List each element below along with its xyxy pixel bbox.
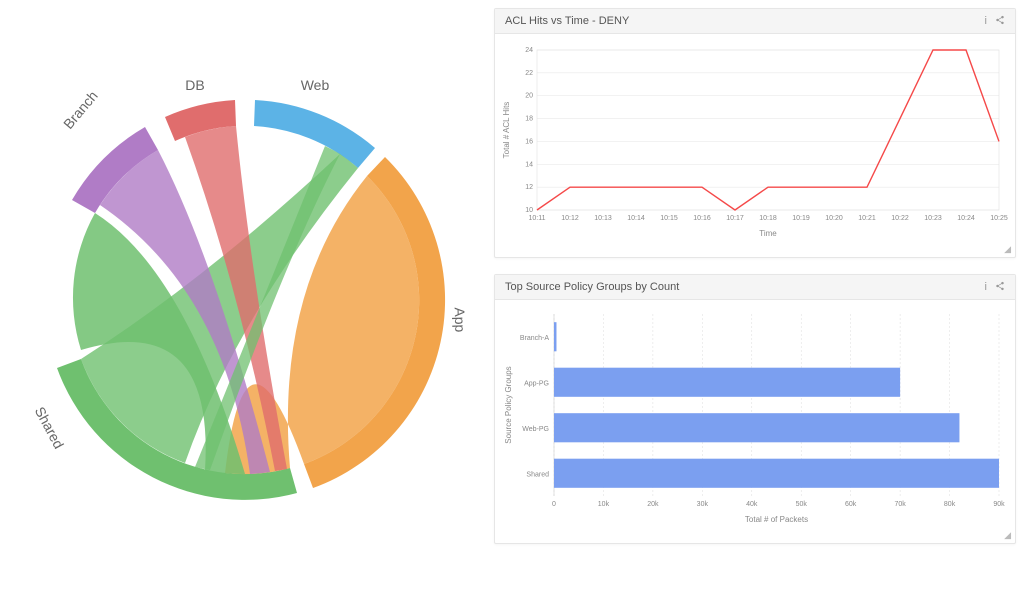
chord-label-db: DB	[185, 77, 204, 93]
svg-text:10: 10	[525, 207, 533, 214]
svg-text:10:21: 10:21	[858, 215, 876, 222]
share-icon[interactable]	[995, 15, 1005, 27]
chord-label-branch: Branch	[60, 88, 101, 132]
svg-text:Branch-A: Branch-A	[520, 335, 550, 342]
svg-text:40k: 40k	[746, 501, 758, 508]
svg-text:10:18: 10:18	[759, 215, 777, 222]
svg-text:18: 18	[525, 116, 533, 123]
svg-text:30k: 30k	[697, 501, 709, 508]
svg-text:Time: Time	[759, 229, 777, 238]
panel-title-acl: ACL Hits vs Time - DENY	[505, 15, 629, 27]
resize-handle[interactable]: ◢	[495, 244, 1015, 257]
svg-text:10:22: 10:22	[891, 215, 909, 222]
svg-text:12: 12	[525, 184, 533, 191]
svg-text:14: 14	[525, 161, 533, 168]
svg-text:10:24: 10:24	[957, 215, 975, 222]
svg-text:24: 24	[525, 47, 533, 54]
resize-handle[interactable]: ◢	[495, 530, 1015, 543]
chord-diagram: Branch DB Web App Shared	[0, 0, 490, 595]
svg-text:10:20: 10:20	[825, 215, 843, 222]
svg-text:Total # ACL Hits: Total # ACL Hits	[502, 102, 511, 159]
svg-text:10:16: 10:16	[693, 215, 711, 222]
svg-text:10:15: 10:15	[660, 215, 678, 222]
panel-acl-hits: ACL Hits vs Time - DENY i 10 12 14 16 18 20 22…	[494, 8, 1016, 258]
svg-text:10:19: 10:19	[792, 215, 810, 222]
panel-title-bars: Top Source Policy Groups by Count	[505, 281, 679, 293]
svg-text:10:25: 10:25	[990, 215, 1008, 222]
svg-text:10k: 10k	[598, 501, 610, 508]
svg-text:20: 20	[525, 93, 533, 100]
svg-text:70k: 70k	[894, 501, 906, 508]
svg-text:10:14: 10:14	[627, 215, 645, 222]
bar-chart: 0 10k 20k 30k 40k 50k 60k 70k 80k 90k Branch-A App-…	[495, 300, 1015, 530]
line-chart: 10 12 14 16 18 20 22 24 10:11 10:12 10:13 10:14 10:1…	[495, 34, 1015, 244]
panel-header: Top Source Policy Groups by Count i	[495, 275, 1015, 300]
svg-text:90k: 90k	[993, 501, 1005, 508]
svg-text:50k: 50k	[796, 501, 808, 508]
svg-text:80k: 80k	[944, 501, 956, 508]
svg-text:20k: 20k	[647, 501, 659, 508]
info-icon[interactable]: i	[985, 15, 987, 27]
chord-label-web: Web	[301, 77, 330, 93]
svg-text:60k: 60k	[845, 501, 857, 508]
info-icon[interactable]: i	[985, 281, 987, 293]
svg-text:Source Policy Groups: Source Policy Groups	[504, 366, 513, 443]
svg-text:10:11: 10:11	[529, 215, 546, 222]
chord-arc-web	[254, 100, 375, 168]
svg-text:10:12: 10:12	[561, 215, 579, 222]
svg-text:Shared: Shared	[526, 471, 549, 478]
svg-text:0: 0	[552, 501, 556, 508]
svg-text:10:17: 10:17	[726, 215, 744, 222]
chord-label-app: App	[452, 307, 469, 333]
svg-text:22: 22	[525, 70, 533, 77]
svg-text:App-PG: App-PG	[524, 380, 549, 387]
svg-text:10:13: 10:13	[594, 215, 612, 222]
share-icon[interactable]	[995, 281, 1005, 293]
svg-text:Web-PG: Web-PG	[522, 426, 549, 433]
panel-top-source: Top Source Policy Groups by Count i 0 10k…	[494, 274, 1016, 544]
svg-text:16: 16	[525, 138, 533, 145]
panel-header: ACL Hits vs Time - DENY i	[495, 9, 1015, 34]
svg-text:Total # of Packets: Total # of Packets	[745, 515, 808, 524]
chord-label-shared: Shared	[32, 404, 67, 451]
svg-text:10:23: 10:23	[924, 215, 942, 222]
